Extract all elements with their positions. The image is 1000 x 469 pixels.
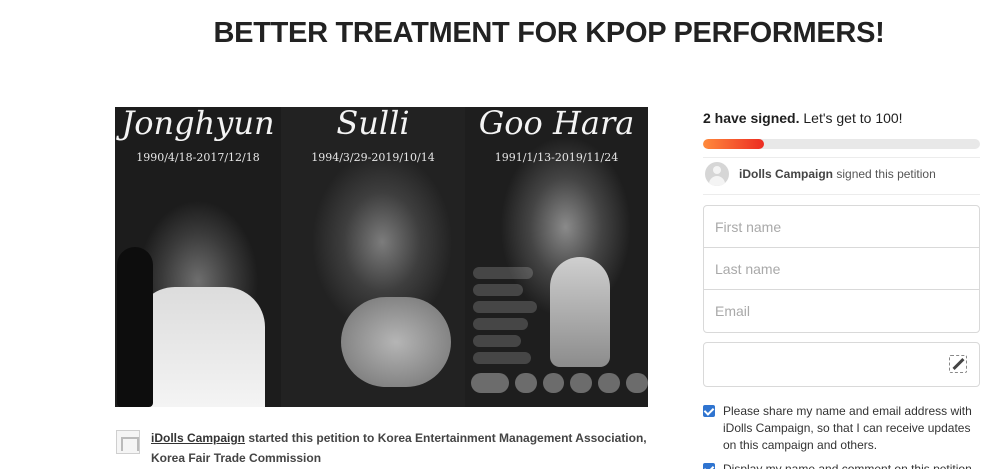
recent-signer-action: signed this petition bbox=[836, 167, 936, 181]
hero-panel-dates: 1994/3/29-2019/10/14 bbox=[311, 151, 435, 164]
petition-hero-image: Jonghyun 1990/4/18-2017/12/18 Sulli 1994… bbox=[115, 107, 648, 407]
turtleneck-shape bbox=[135, 287, 265, 407]
hero-panel-dates: 1991/1/13-2019/11/24 bbox=[494, 151, 619, 164]
share-info-option: Please share my name and email address w… bbox=[703, 403, 980, 454]
livestream-chat bbox=[473, 267, 543, 369]
divider bbox=[703, 194, 980, 195]
share-info-checkbox[interactable] bbox=[703, 405, 715, 417]
organizer-link[interactable]: iDolls Campaign bbox=[151, 431, 245, 445]
hero-panel-name: Goo Hara bbox=[478, 107, 635, 142]
signature-count: 2 have signed. Let's get to 100! bbox=[703, 110, 903, 126]
sign-form-fields bbox=[703, 205, 980, 333]
last-name-field[interactable] bbox=[704, 248, 979, 290]
share-info-label: Please share my name and email address w… bbox=[723, 404, 972, 452]
recent-signer-name: iDolls Campaign bbox=[739, 167, 834, 181]
display-name-label: Display my name and comment on this peti… bbox=[723, 462, 972, 469]
hero-panel-dates: 1990/4/18-2017/12/18 bbox=[136, 151, 260, 164]
organization-icon bbox=[116, 430, 140, 454]
hero-panel-name: Sulli bbox=[336, 107, 410, 142]
hero-panel-name: Jonghyun bbox=[121, 107, 275, 142]
display-name-option: Display my name and comment on this peti… bbox=[703, 461, 980, 469]
hero-panel-1: Jonghyun 1990/4/18-2017/12/18 bbox=[115, 107, 281, 407]
signature-progress-bar bbox=[703, 139, 980, 149]
comment-field[interactable] bbox=[704, 343, 944, 386]
signed-count-text: 2 have signed. bbox=[703, 110, 800, 126]
avatar bbox=[705, 162, 729, 186]
first-name-field[interactable] bbox=[704, 206, 979, 248]
petition-starter: iDolls Campaign started this petition to… bbox=[151, 428, 671, 468]
page-title: BETTER TREATMENT FOR KPOP PERFORMERS! bbox=[213, 17, 885, 49]
divider bbox=[703, 157, 980, 158]
edit-icon[interactable] bbox=[949, 355, 967, 373]
microphone-shape bbox=[117, 247, 153, 407]
comment-box bbox=[703, 342, 980, 387]
hand-shape bbox=[341, 297, 451, 387]
email-field[interactable] bbox=[704, 290, 979, 332]
progress-fill bbox=[703, 139, 764, 149]
praying-hands-shape bbox=[550, 257, 610, 367]
hero-panel-3: Goo Hara 1991/1/13-2019/11/24 bbox=[465, 107, 648, 407]
recent-signer: iDolls Campaign signed this petition bbox=[739, 167, 936, 181]
goal-text: Let's get to 100! bbox=[803, 110, 903, 126]
display-name-checkbox[interactable] bbox=[703, 463, 715, 469]
hero-panel-2: Sulli 1994/3/29-2019/10/14 bbox=[281, 107, 465, 407]
livestream-toolbar bbox=[465, 373, 648, 395]
